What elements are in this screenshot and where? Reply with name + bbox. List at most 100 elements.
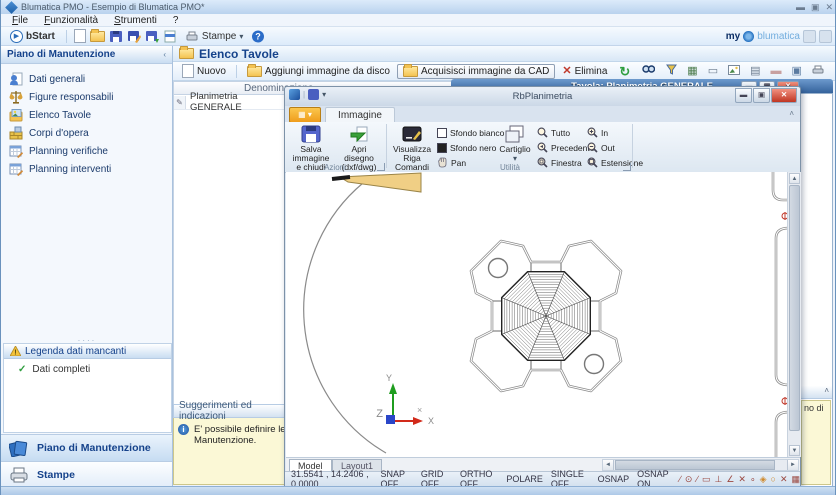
aggiungi-immagine-button[interactable]: Aggiungi immagine da disco (242, 65, 395, 78)
rb-app-icon[interactable] (289, 89, 300, 100)
sidebar-item-planning-interventi[interactable]: Planning interventi (1, 160, 172, 178)
rb-titlebar[interactable]: | ▾ RbPlanimetria ▬ ▣ ✕ (285, 87, 800, 106)
apri-disegno-button[interactable]: Apri disegno(dxf/dwg) (336, 124, 382, 162)
card-view-icon[interactable]: ▭ (704, 66, 722, 77)
table-row[interactable]: ✎ Planimetria GENERALE (174, 95, 284, 110)
find-icon[interactable] (637, 64, 660, 78)
cartiglio-button[interactable]: Cartiglio▾ (497, 124, 533, 162)
sidebar-item-figure-responsabili[interactable]: Figure responsabili (1, 88, 172, 106)
menu-strumenti[interactable]: Strumenti (107, 15, 164, 26)
edit-window-icon[interactable]: ▣ (788, 66, 806, 77)
canvas-horizontal-scrollbar[interactable]: ◄ ► (602, 459, 799, 471)
menu-file[interactable]: File (5, 15, 35, 26)
rb-application-button[interactable]: ▦ ▾ (289, 107, 321, 123)
sfondo-nero-button[interactable]: Sfondo nero (437, 141, 496, 154)
new-document-icon[interactable] (74, 29, 86, 43)
export-document-icon[interactable] (163, 30, 177, 43)
canvas-vertical-scrollbar[interactable]: ▲ ▼ (787, 172, 801, 457)
osnap-intersection-icon[interactable] (738, 474, 746, 485)
rb-ribbon-tabrow: ▦ ▾ Immagine tavola ˄ (285, 106, 800, 123)
menu-help[interactable]: ? (166, 15, 186, 26)
rb-ribbon: Salva immaginee chiudi Apri disegno(dxf/… (285, 122, 800, 173)
maximize-icon[interactable]: ▣ (811, 2, 820, 13)
osnap-center-icon[interactable] (685, 474, 693, 485)
save-icon[interactable] (109, 30, 123, 43)
ribbon-collapse-icon[interactable]: ˄ (789, 109, 794, 118)
nav-piano-di-manutenzione[interactable]: Piano di Manutenzione (1, 434, 172, 461)
azioni-dialog-launcher-icon[interactable] (377, 163, 385, 171)
image-preview-icon[interactable] (724, 65, 744, 78)
help-icon[interactable]: ? (251, 30, 265, 43)
user-document-icon (9, 72, 23, 86)
bstart-button[interactable]: ▶ bStart (6, 29, 59, 44)
zoom-out-icon (587, 142, 598, 153)
open-folder-icon[interactable] (90, 31, 105, 42)
pictures-folder-icon (9, 108, 23, 122)
osnap-box-icon[interactable] (702, 474, 711, 485)
refresh-icon[interactable]: ↻ (614, 66, 635, 77)
rb-close-icon[interactable]: ✕ (771, 88, 797, 103)
cad-drawing-canvas[interactable]: Y Z X × ▲ ▼ (286, 172, 789, 457)
visualizza-riga-comandi-button[interactable]: VisualizzaRiga Comandi (389, 124, 435, 162)
pmo-cards-icon (9, 440, 29, 457)
save-all-icon[interactable] (145, 30, 159, 43)
scroll-left-icon[interactable]: ◄ (603, 460, 614, 470)
osnap-nearest-icon[interactable] (726, 474, 734, 485)
account-icon[interactable] (803, 30, 816, 43)
nav-stampe[interactable]: Stampe (1, 461, 172, 487)
sidebar-item-corpi-dopera[interactable]: Corpi d'opera (1, 124, 172, 142)
wedge-shape (340, 173, 421, 192)
vertical-scroll-thumb[interactable] (789, 185, 800, 431)
zoom-out-button[interactable]: Out (587, 141, 615, 154)
my-blumatica-logo[interactable]: my blumatica (726, 30, 832, 43)
stampa-tavola-icon[interactable] (808, 65, 828, 78)
toggle-osnap[interactable]: OSNAP (594, 474, 634, 484)
zoom-tutto-button[interactable]: Tutto (537, 126, 570, 139)
scroll-up-icon[interactable]: ▲ (789, 173, 800, 184)
menu-funzionalita[interactable]: Funzionalità (37, 15, 105, 26)
scroll-right-icon[interactable]: ► (787, 460, 798, 470)
rb-qat-dropdown-icon[interactable]: ▾ (322, 90, 326, 99)
svg-text:Y: Y (386, 373, 392, 383)
legend-header: Legenda dati mancanti (25, 346, 126, 357)
sfondo-bianco-button[interactable]: Sfondo bianco (437, 126, 504, 139)
osnap-apparent-icon[interactable] (780, 474, 788, 485)
zoom-in-button[interactable]: In (587, 126, 608, 139)
rb-tab-immagine-tavola[interactable]: Immagine tavola (325, 107, 395, 123)
app-icon (5, 1, 18, 14)
sidebar-item-elenco-tavole[interactable]: Elenco Tavole (1, 106, 172, 124)
collapse-sidebar-icon[interactable]: ‹ (163, 50, 166, 59)
save-edit-icon[interactable] (127, 30, 141, 43)
osnap-polygon-icon[interactable] (771, 474, 776, 485)
elimina-button[interactable]: ✕ Elimina (557, 65, 612, 78)
minimize-icon[interactable]: ▬ (796, 2, 805, 13)
stampe-button[interactable]: Stampe▾ (181, 29, 247, 44)
salva-immagine-button[interactable]: Salva immaginee chiudi (288, 124, 334, 162)
osnap-quadrant-icon[interactable] (760, 474, 767, 485)
sidebar-item-dati-generali[interactable]: Dati generali (1, 70, 172, 88)
filter-icon[interactable] (662, 64, 681, 78)
grid-view-icon[interactable]: ▤ (746, 66, 764, 77)
osnap-midpoint-icon[interactable] (696, 474, 698, 485)
expand-table-icon[interactable]: ▦ (683, 66, 701, 77)
info-icon: i (178, 424, 189, 435)
acquisisci-immagine-cad-button[interactable]: Acquisisci immagine da CAD (397, 64, 555, 79)
check-icon: ✓ (18, 364, 26, 375)
rb-minimize-icon[interactable]: ▬ (735, 88, 752, 103)
zoom-precedente-button[interactable]: Precedente (537, 141, 594, 154)
osnap-settings-icon[interactable] (792, 474, 801, 485)
utilita-dialog-launcher-icon[interactable] (623, 163, 631, 171)
osnap-line-icon[interactable] (679, 474, 681, 485)
rb-qat-save-icon[interactable] (308, 89, 319, 100)
osnap-node-icon[interactable] (750, 474, 756, 485)
nuovo-button[interactable]: Nuovo (177, 63, 231, 79)
close-icon[interactable]: ✕ (825, 2, 833, 13)
sidebar-item-planning-verifiche[interactable]: Planning verifiche (1, 142, 172, 160)
rb-maximize-icon[interactable]: ▣ (753, 88, 770, 103)
right-suggestion-fragment: no di (801, 400, 831, 485)
osnap-perpendicular-icon[interactable] (714, 474, 722, 485)
toggle-polare[interactable]: POLARE (502, 474, 547, 484)
scroll-down-icon[interactable]: ▼ (789, 445, 800, 456)
right-panel-collapse-icon[interactable]: ˄ (800, 386, 832, 399)
black-background-icon (437, 143, 447, 153)
